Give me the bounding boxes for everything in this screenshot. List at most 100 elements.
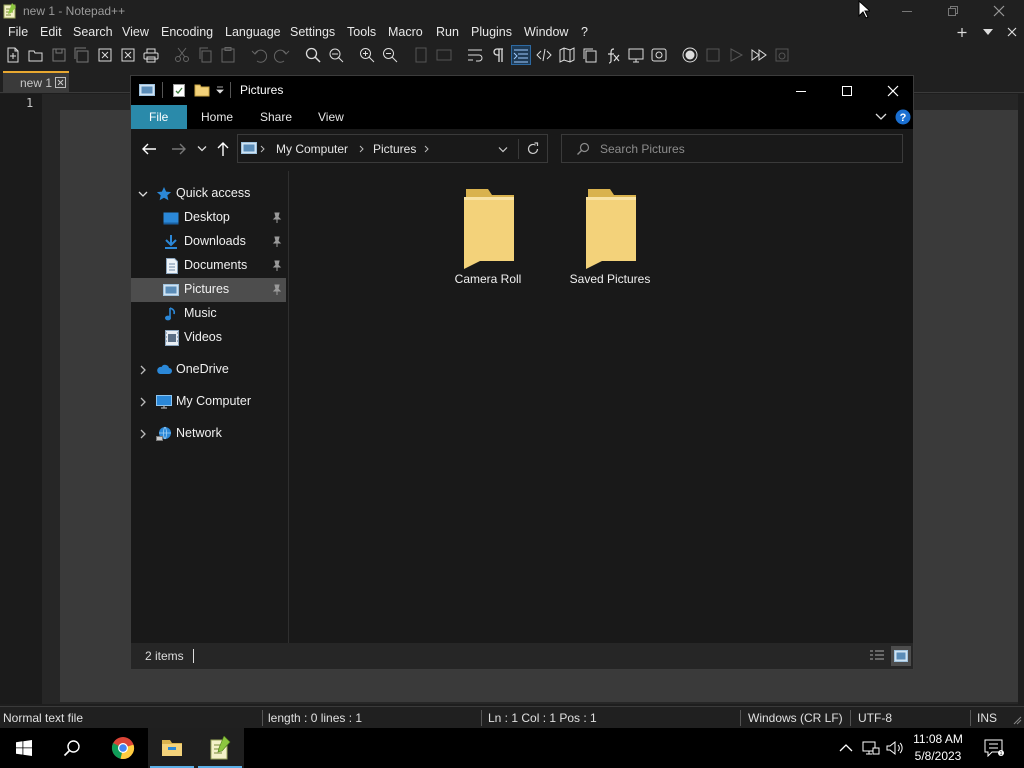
- menu-search[interactable]: Search: [73, 25, 113, 39]
- large-icons-view-button[interactable]: [891, 646, 911, 666]
- address-bar[interactable]: My Computer Pictures: [237, 134, 548, 163]
- save-all-button[interactable]: [73, 46, 91, 64]
- notepadpp-minimize-button[interactable]: [884, 0, 930, 22]
- expand-chevron-icon[interactable]: [137, 364, 149, 376]
- nav-desktop[interactable]: Desktop: [131, 206, 286, 230]
- expand-chevron-icon[interactable]: [137, 396, 149, 408]
- tab-list-dropdown-icon[interactable]: [982, 24, 994, 40]
- nav-documents[interactable]: Documents: [131, 254, 286, 278]
- nav-music[interactable]: Music: [131, 302, 286, 326]
- play-macro-button[interactable]: [727, 46, 745, 64]
- folder-camera-roll[interactable]: Camera Roll: [438, 185, 538, 289]
- breadcrumb-my-computer[interactable]: My Computer: [276, 142, 348, 156]
- menu-tools[interactable]: Tools: [347, 25, 376, 39]
- paste-button[interactable]: [219, 46, 237, 64]
- help-icon[interactable]: ?: [895, 109, 911, 125]
- search-input[interactable]: [600, 141, 890, 157]
- open-file-button[interactable]: [27, 46, 45, 64]
- zoom-out-button[interactable]: [381, 46, 399, 64]
- cut-button[interactable]: [173, 46, 191, 64]
- document-map-button[interactable]: [558, 46, 576, 64]
- action-center-icon[interactable]: 1: [984, 739, 1004, 757]
- ribbon-tab-file[interactable]: File: [131, 105, 187, 129]
- taskbar-chrome[interactable]: [99, 728, 147, 768]
- status-insert-mode[interactable]: INS: [977, 711, 997, 725]
- taskbar-search-button[interactable]: [48, 728, 96, 768]
- ribbon-tab-view[interactable]: View: [318, 110, 344, 124]
- recent-locations-chevron-icon[interactable]: [197, 145, 207, 153]
- nav-pictures[interactable]: Pictures: [131, 278, 286, 302]
- replace-button[interactable]: [327, 46, 345, 64]
- nav-downloads[interactable]: Downloads: [131, 230, 286, 254]
- redo-button[interactable]: [273, 46, 291, 64]
- search-box[interactable]: [561, 134, 903, 163]
- word-wrap-button[interactable]: [466, 46, 484, 64]
- print-button[interactable]: [142, 46, 160, 64]
- new-file-button[interactable]: [4, 46, 22, 64]
- menu-window[interactable]: Window: [524, 25, 568, 39]
- nav-quick-access[interactable]: Quick access: [131, 182, 286, 206]
- explorer-maximize-button[interactable]: [823, 76, 869, 105]
- start-button[interactable]: [0, 728, 48, 768]
- function-list-button[interactable]: [604, 46, 622, 64]
- taskbar-notepadpp[interactable]: [196, 728, 244, 768]
- nav-network[interactable]: Network: [131, 422, 286, 446]
- menu-language[interactable]: Language: [225, 25, 281, 39]
- breadcrumb-separator-icon[interactable]: [359, 145, 365, 153]
- zoom-in-button[interactable]: [358, 46, 376, 64]
- collapse-chevron-icon[interactable]: [137, 188, 149, 200]
- explorer-close-button[interactable]: [869, 76, 915, 105]
- refresh-icon[interactable]: [526, 142, 540, 156]
- nav-onedrive[interactable]: OneDrive: [131, 358, 286, 382]
- save-macro-button[interactable]: [773, 46, 791, 64]
- notepadpp-close-button[interactable]: [976, 0, 1022, 22]
- status-eol[interactable]: Windows (CR LF): [748, 711, 843, 725]
- menu-edit[interactable]: Edit: [40, 25, 62, 39]
- menu-settings[interactable]: Settings: [290, 25, 335, 39]
- details-view-icon[interactable]: [869, 649, 885, 663]
- close-all-button[interactable]: [119, 46, 137, 64]
- menu-run[interactable]: Run: [436, 25, 459, 39]
- breadcrumb-separator-icon[interactable]: [260, 145, 266, 153]
- menu-view[interactable]: View: [122, 25, 149, 39]
- tab-close-icon[interactable]: [55, 77, 66, 88]
- document-tab-new-1[interactable]: new 1: [3, 71, 69, 93]
- folder-saved-pictures[interactable]: Saved Pictures: [560, 185, 660, 289]
- expand-ribbon-chevron-icon[interactable]: [875, 112, 887, 122]
- ribbon-tab-home[interactable]: Home: [201, 110, 233, 124]
- undo-button[interactable]: [250, 46, 268, 64]
- forward-arrow-icon[interactable]: [171, 142, 187, 156]
- expand-chevron-icon[interactable]: [137, 428, 149, 440]
- show-all-characters-button[interactable]: [489, 46, 507, 64]
- file-list-view[interactable]: Camera Roll Saved Pictures: [289, 171, 913, 643]
- stop-macro-button[interactable]: [704, 46, 722, 64]
- breadcrumb-pictures[interactable]: Pictures: [373, 142, 416, 156]
- menu-file[interactable]: File: [8, 25, 28, 39]
- language-view-button[interactable]: [535, 46, 553, 64]
- folder-workspace-button[interactable]: [627, 46, 645, 64]
- breadcrumb-separator-icon[interactable]: [424, 145, 430, 153]
- monitoring-button[interactable]: [650, 46, 668, 64]
- back-arrow-icon[interactable]: [141, 142, 157, 156]
- explorer-minimize-button[interactable]: [777, 76, 823, 105]
- new-folder-quick-icon[interactable]: [194, 83, 210, 97]
- network-status-icon[interactable]: [862, 740, 880, 756]
- close-button[interactable]: [96, 46, 114, 64]
- document-list-button[interactable]: [581, 46, 599, 64]
- nav-my-computer[interactable]: My Computer: [131, 390, 286, 414]
- close-document-icon[interactable]: [1006, 24, 1018, 40]
- run-macro-multiple-button[interactable]: [750, 46, 768, 64]
- show-hidden-icons-chevron-icon[interactable]: [839, 743, 853, 753]
- taskbar-file-explorer[interactable]: [148, 728, 196, 768]
- resize-grip-icon[interactable]: [1012, 715, 1022, 725]
- menu-plugins[interactable]: Plugins: [471, 25, 512, 39]
- properties-quick-icon[interactable]: [172, 83, 186, 98]
- address-history-chevron-icon[interactable]: [498, 146, 508, 154]
- menu-encoding[interactable]: Encoding: [161, 25, 213, 39]
- ribbon-tab-share[interactable]: Share: [260, 110, 292, 124]
- copy-button[interactable]: [196, 46, 214, 64]
- save-button[interactable]: [50, 46, 68, 64]
- up-arrow-icon[interactable]: [216, 141, 230, 157]
- sync-vertical-button[interactable]: [412, 46, 430, 64]
- menu-macro[interactable]: Macro: [388, 25, 423, 39]
